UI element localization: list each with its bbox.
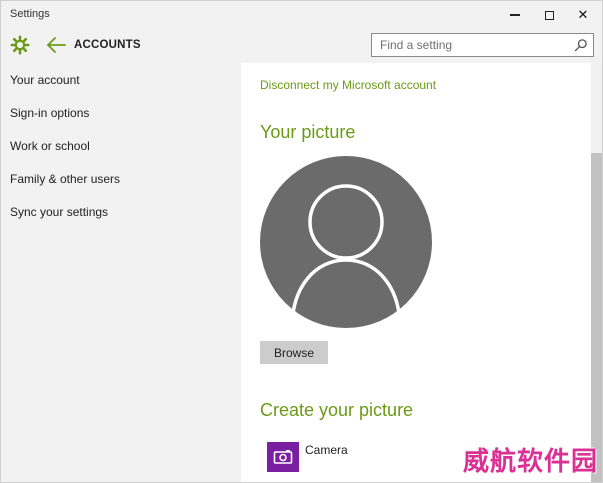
sidebar-item-sign-in-options[interactable]: Sign-in options xyxy=(10,106,89,120)
sidebar-item-your-account[interactable]: Your account xyxy=(10,73,80,87)
maximize-icon xyxy=(544,10,554,20)
main-content: Disconnect my Microsoft account Your pic… xyxy=(241,63,591,482)
sidebar-item-family-other-users[interactable]: Family & other users xyxy=(10,172,120,186)
disconnect-account-link[interactable]: Disconnect my Microsoft account xyxy=(260,78,436,92)
camera-icon xyxy=(273,450,293,464)
search-input[interactable] xyxy=(372,34,562,56)
page-title: ACCOUNTS xyxy=(74,39,141,51)
camera-label[interactable]: Camera xyxy=(305,443,348,457)
search-icon[interactable] xyxy=(574,38,588,52)
search-box[interactable] xyxy=(371,33,594,57)
sidebar-item-work-or-school[interactable]: Work or school xyxy=(10,139,90,153)
settings-window: Settings ✕ ACCOUNTS Find a setting Your … xyxy=(0,0,603,483)
sidebar-item-sync-settings[interactable]: Sync your settings xyxy=(10,205,108,219)
camera-tile[interactable] xyxy=(267,442,299,472)
close-button[interactable]: ✕ xyxy=(566,1,600,29)
close-icon: ✕ xyxy=(577,7,589,22)
minimize-icon xyxy=(510,14,520,16)
browse-button[interactable]: Browse xyxy=(260,341,328,364)
your-picture-heading: Your picture xyxy=(260,122,356,142)
back-arrow-icon[interactable] xyxy=(45,35,67,55)
scrollbar-thumb[interactable] xyxy=(591,153,602,482)
avatar xyxy=(260,156,432,328)
minimize-button[interactable] xyxy=(498,1,532,29)
create-picture-heading: Create your picture xyxy=(260,400,414,420)
scrollbar[interactable] xyxy=(591,63,602,482)
maximize-button[interactable] xyxy=(532,1,566,29)
window-title: Settings xyxy=(10,8,50,20)
sidebar: Your account Sign-in options Work or sch… xyxy=(1,63,241,482)
header-bar: ACCOUNTS xyxy=(1,29,602,63)
title-bar: Settings ✕ xyxy=(1,1,602,29)
gear-icon xyxy=(10,35,30,55)
watermark: 威航软件园 xyxy=(462,447,598,477)
